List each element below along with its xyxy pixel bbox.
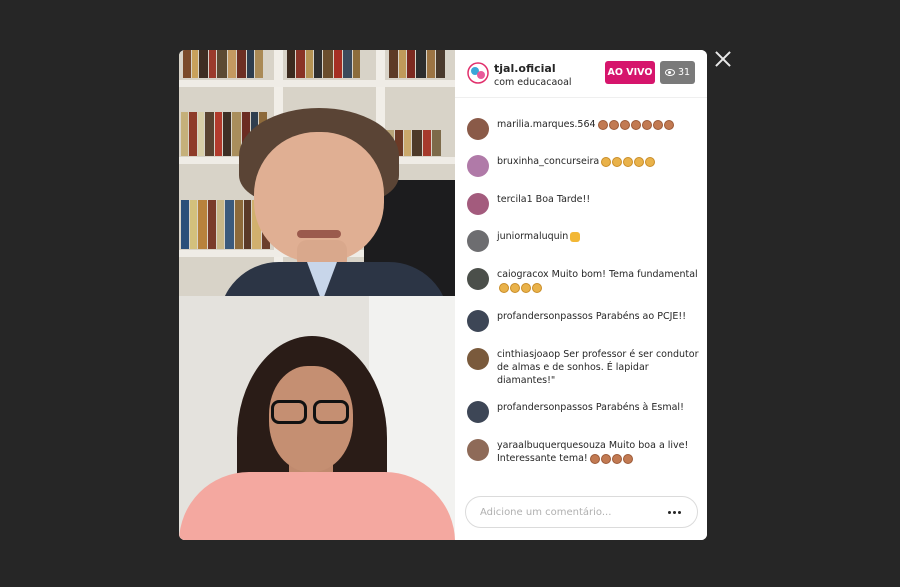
- comment-text: yaraalbuquerquesouza Muito boa a live! I…: [497, 439, 701, 465]
- guest-video: [179, 296, 455, 540]
- comment-item: profandersonpassos Parabéns à Esmal!: [467, 401, 701, 423]
- comment-input[interactable]: [480, 504, 660, 521]
- comment-text: juniormaluquin: [497, 230, 581, 252]
- comment-item: bruxinha_concurseira: [467, 155, 701, 177]
- comment-username[interactable]: bruxinha_concurseira: [497, 156, 599, 167]
- comment-text: profandersonpassos Parabéns à Esmal!: [497, 401, 684, 423]
- avatar[interactable]: [467, 268, 489, 290]
- clapping-hands-emoji-icon: [510, 282, 520, 293]
- host-video: [179, 50, 455, 296]
- comment-message: Boa Tarde!!: [535, 194, 591, 205]
- clapping-hands-emoji-icon: [597, 119, 608, 130]
- clapping-hands-emoji-icon: [630, 119, 641, 130]
- comment-username[interactable]: tercila1: [497, 194, 533, 205]
- avatar[interactable]: [467, 439, 489, 461]
- comment-username[interactable]: profandersonpassos: [497, 311, 593, 322]
- clapping-hands-emoji-icon: [589, 453, 600, 464]
- live-header: tjal.oficial com educacaoal AO VIVO 31: [455, 50, 707, 98]
- comment-username[interactable]: cinthiasjoaop: [497, 349, 560, 360]
- clapping-hands-emoji-icon: [601, 156, 612, 167]
- avatar[interactable]: [467, 348, 489, 370]
- clapping-hands-emoji-icon: [521, 282, 531, 293]
- clapping-hands-emoji-icon: [611, 453, 622, 464]
- clapping-hands-emoji-icon: [652, 119, 663, 130]
- viewer-count-badge[interactable]: 31: [660, 61, 695, 84]
- clapping-hands-emoji-icon: [641, 119, 652, 130]
- clapping-hands-emoji-icon: [634, 156, 645, 167]
- emoji-group: [589, 453, 633, 464]
- emoji-group: [597, 119, 674, 130]
- clapping-hands-emoji-icon: [600, 453, 611, 464]
- host-name[interactable]: tjal.oficial: [494, 62, 556, 75]
- comment-text: caiogracox Muito bom! Tema fundamental: [497, 268, 701, 294]
- comment-item: yaraalbuquerquesouza Muito boa a live! I…: [467, 439, 701, 465]
- comment-username[interactable]: juniormaluquin: [497, 231, 568, 242]
- comment-input-box: [465, 496, 698, 528]
- comment-username[interactable]: yaraalbuquerquesouza: [497, 440, 606, 451]
- comment-text: profandersonpassos Parabéns ao PCJE!!: [497, 310, 686, 332]
- eye-icon: [664, 69, 675, 76]
- guest-blouse: [179, 472, 455, 540]
- avatar[interactable]: [467, 155, 489, 177]
- avatar[interactable]: [467, 193, 489, 215]
- clapping-hands-emoji-icon: [663, 119, 674, 130]
- comment-text: bruxinha_concurseira: [497, 155, 656, 177]
- thumbs-up-emoji-icon: [570, 231, 581, 242]
- comment-list[interactable]: marilia.marques.564 bruxinha_concurseirat…: [455, 108, 707, 484]
- comment-item: juniormaluquin: [467, 230, 701, 252]
- avatar[interactable]: [467, 118, 489, 140]
- more-options-icon[interactable]: [668, 511, 681, 514]
- comment-text: cinthiasjoaop Ser professor é ser condut…: [497, 348, 701, 387]
- comment-username[interactable]: profandersonpassos: [497, 402, 593, 413]
- clapping-hands-emoji-icon: [622, 453, 633, 464]
- comment-item: marilia.marques.564: [467, 118, 701, 140]
- video-column: [179, 50, 455, 540]
- comment-item: tercila1 Boa Tarde!!: [467, 193, 701, 215]
- clapping-hands-emoji-icon: [645, 156, 656, 167]
- comment-username[interactable]: caiogracox: [497, 269, 549, 280]
- comment-message: Muito bom! Tema fundamental: [551, 269, 698, 280]
- live-video-modal: tjal.oficial com educacaoal AO VIVO 31 m…: [179, 50, 707, 540]
- host-avatar-icon[interactable]: [467, 62, 489, 84]
- close-icon[interactable]: [712, 48, 734, 70]
- emoji-group: [499, 282, 542, 293]
- emoji-group: [601, 156, 656, 167]
- comment-message: Parabéns à Esmal!: [595, 402, 684, 413]
- emoji-group: [570, 231, 581, 242]
- clapping-hands-emoji-icon: [612, 156, 623, 167]
- live-badge: AO VIVO: [605, 61, 655, 84]
- comment-text: tercila1 Boa Tarde!!: [497, 193, 590, 215]
- comment-item: caiogracox Muito bom! Tema fundamental: [467, 268, 701, 294]
- comment-item: profandersonpassos Parabéns ao PCJE!!: [467, 310, 701, 332]
- avatar[interactable]: [467, 230, 489, 252]
- comments-panel: tjal.oficial com educacaoal AO VIVO 31 m…: [455, 50, 707, 540]
- avatar[interactable]: [467, 401, 489, 423]
- comment-text: marilia.marques.564: [497, 118, 674, 140]
- host-subtitle: com educacaoal: [494, 77, 572, 88]
- clapping-hands-emoji-icon: [608, 119, 619, 130]
- comment-message: Parabéns ao PCJE!!: [595, 311, 686, 322]
- clapping-hands-emoji-icon: [499, 282, 509, 293]
- clapping-hands-emoji-icon: [619, 119, 630, 130]
- comment-username[interactable]: marilia.marques.564: [497, 119, 596, 130]
- clapping-hands-emoji-icon: [532, 282, 542, 293]
- avatar[interactable]: [467, 310, 489, 332]
- viewer-count: 31: [677, 67, 691, 78]
- clapping-hands-emoji-icon: [623, 156, 634, 167]
- comment-item: cinthiasjoaop Ser professor é ser condut…: [467, 348, 701, 387]
